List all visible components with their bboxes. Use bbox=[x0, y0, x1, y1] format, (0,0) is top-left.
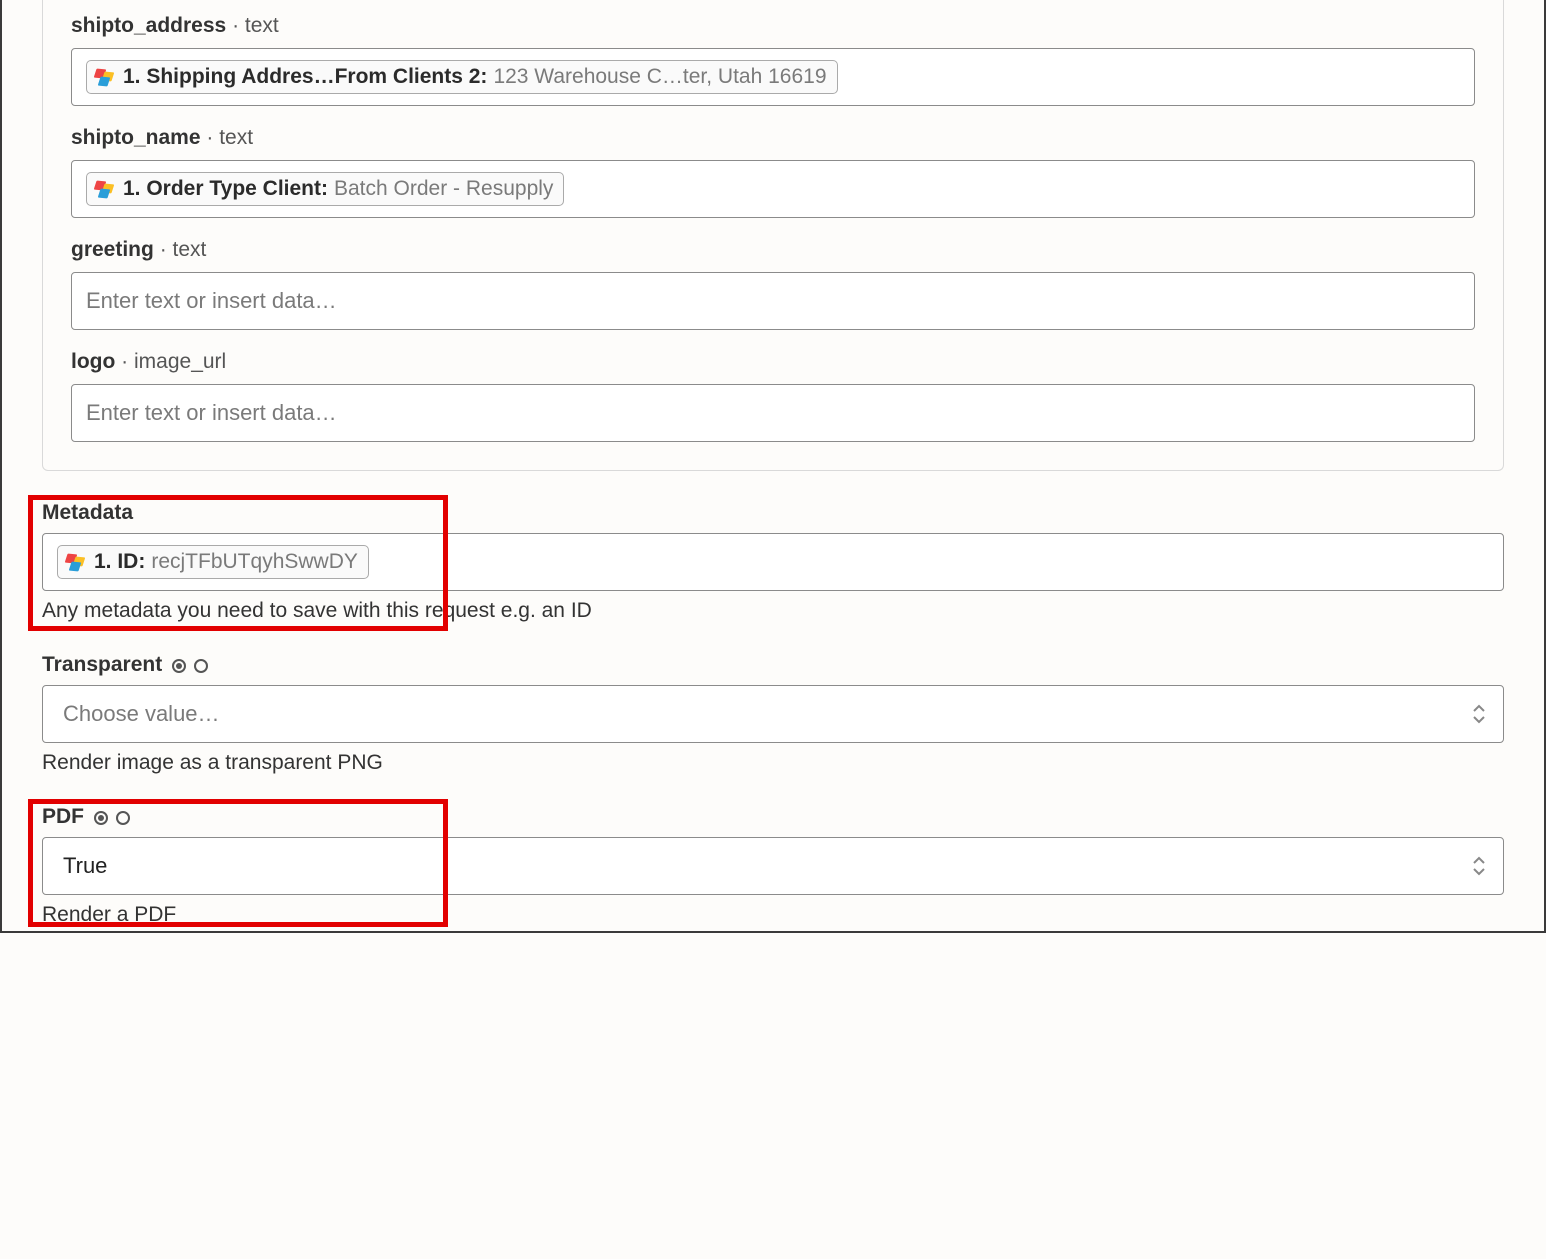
token-shipto-name[interactable]: 1. Order Type Client: Batch Order - Resu… bbox=[86, 172, 564, 206]
token-value: Batch Order - Resupply bbox=[334, 177, 553, 201]
form-page: shipto_address · text 1. Shipping Addres… bbox=[0, 0, 1546, 933]
select-arrows-icon bbox=[1473, 704, 1485, 724]
token-value: recjTFbUTqyhSwwDY bbox=[151, 550, 358, 574]
label-shipto-address: shipto_address · text bbox=[71, 14, 1475, 38]
field-pdf: PDF True Render a PDF bbox=[42, 805, 1504, 931]
placeholder-greeting: Enter text or insert data… bbox=[86, 288, 337, 314]
label-name: logo bbox=[71, 350, 115, 373]
label-transparent: Transparent bbox=[42, 653, 1504, 677]
radio-off[interactable] bbox=[194, 659, 208, 673]
airtable-icon bbox=[66, 553, 88, 571]
radio-off[interactable] bbox=[116, 811, 130, 825]
help-metadata: Any metadata you need to save with this … bbox=[42, 599, 1504, 623]
label-greeting: greeting · text bbox=[71, 238, 1475, 262]
label-shipto-name: shipto_name · text bbox=[71, 126, 1475, 150]
label-pdf: PDF bbox=[42, 805, 1504, 829]
radio-on[interactable] bbox=[172, 659, 186, 673]
placeholder-transparent: Choose value… bbox=[63, 701, 220, 727]
radio-pair-pdf[interactable] bbox=[94, 811, 130, 825]
field-metadata: Metadata 1. ID: recjTFbUTqyhSwwDY Any me… bbox=[42, 501, 1504, 623]
value-pdf: True bbox=[63, 853, 107, 879]
label-name: greeting bbox=[71, 238, 154, 261]
field-greeting: greeting · text Enter text or insert dat… bbox=[71, 238, 1475, 330]
help-pdf: Render a PDF bbox=[42, 903, 1504, 927]
select-pdf[interactable]: True bbox=[42, 837, 1504, 895]
field-logo: logo · image_url Enter text or insert da… bbox=[71, 350, 1475, 442]
placeholder-logo: Enter text or insert data… bbox=[86, 400, 337, 426]
token-value: 123 Warehouse C…ter, Utah 16619 bbox=[493, 65, 826, 89]
label-text: PDF bbox=[42, 805, 84, 829]
input-greeting[interactable]: Enter text or insert data… bbox=[71, 272, 1475, 330]
token-metadata[interactable]: 1. ID: recjTFbUTqyhSwwDY bbox=[57, 545, 369, 579]
label-sep: · bbox=[160, 238, 173, 261]
token-label: 1. ID: bbox=[94, 550, 145, 574]
label-sep: · bbox=[232, 14, 245, 37]
template-fields-group: shipto_address · text 1. Shipping Addres… bbox=[42, 0, 1504, 471]
label-logo: logo · image_url bbox=[71, 350, 1475, 374]
airtable-icon bbox=[95, 68, 117, 86]
label-name: shipto_address bbox=[71, 14, 226, 37]
select-arrows-icon bbox=[1473, 856, 1485, 876]
label-text: Transparent bbox=[42, 653, 162, 677]
field-transparent: Transparent Choose value… Render image a… bbox=[42, 653, 1504, 775]
label-type: text bbox=[219, 126, 253, 149]
label-sep: · bbox=[206, 126, 219, 149]
label-type: text bbox=[245, 14, 279, 37]
radio-on[interactable] bbox=[94, 811, 108, 825]
airtable-icon bbox=[95, 180, 117, 198]
field-shipto-name: shipto_name · text 1. Order Type Client:… bbox=[71, 126, 1475, 218]
label-text: Metadata bbox=[42, 501, 133, 525]
input-metadata[interactable]: 1. ID: recjTFbUTqyhSwwDY bbox=[42, 533, 1504, 591]
field-shipto-address: shipto_address · text 1. Shipping Addres… bbox=[71, 0, 1475, 106]
token-label: 1. Order Type Client: bbox=[123, 177, 328, 201]
label-type: text bbox=[173, 238, 207, 261]
input-shipto-address[interactable]: 1. Shipping Addres…From Clients 2: 123 W… bbox=[71, 48, 1475, 106]
label-type: image_url bbox=[134, 350, 226, 373]
token-label: 1. Shipping Addres…From Clients 2: bbox=[123, 65, 487, 89]
input-shipto-name[interactable]: 1. Order Type Client: Batch Order - Resu… bbox=[71, 160, 1475, 218]
radio-pair-transparent[interactable] bbox=[172, 659, 208, 673]
label-sep: · bbox=[121, 350, 134, 373]
label-name: shipto_name bbox=[71, 126, 201, 149]
input-logo[interactable]: Enter text or insert data… bbox=[71, 384, 1475, 442]
label-metadata: Metadata bbox=[42, 501, 1504, 525]
select-transparent[interactable]: Choose value… bbox=[42, 685, 1504, 743]
token-shipto-address[interactable]: 1. Shipping Addres…From Clients 2: 123 W… bbox=[86, 60, 838, 94]
help-transparent: Render image as a transparent PNG bbox=[42, 751, 1504, 775]
